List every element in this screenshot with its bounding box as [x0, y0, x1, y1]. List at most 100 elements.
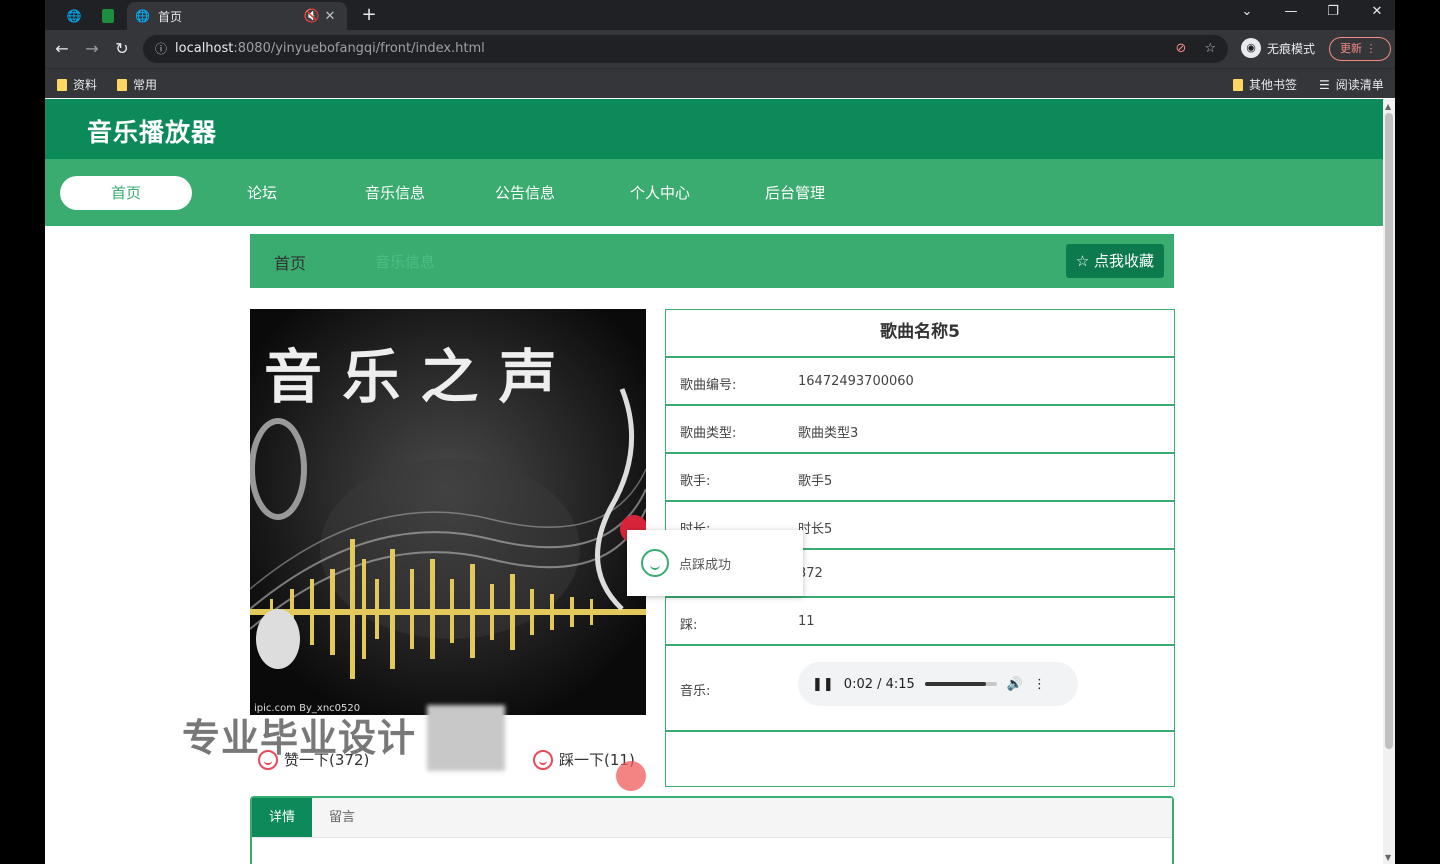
folder-icon [117, 78, 127, 91]
browser-window: 🌐 🌐 首页 🔇 ✕ + ⌄ — ❐ ✕ ← → ↻ ⓘ localhost:8… [45, 0, 1395, 864]
bookmarks-bar: 资料 常用 其他书签 ☰ 阅读清单 [45, 68, 1395, 98]
field-key: 歌手: [680, 474, 711, 489]
toast-text: 点踩成功 [679, 557, 732, 573]
nav-music-info[interactable]: 音乐信息 [355, 176, 435, 210]
volume-fill [924, 682, 987, 686]
folder-icon [1233, 78, 1243, 91]
folder-icon [57, 78, 67, 91]
close-window-button[interactable]: ✕ [1355, 0, 1395, 26]
close-tab-icon[interactable]: ✕ [321, 9, 339, 24]
url-host: localhost [175, 41, 234, 56]
globe-icon: 🌐 [66, 9, 82, 23]
other-bookmarks[interactable]: 其他书签 [1233, 76, 1297, 93]
scrollbar-thumb[interactable] [1385, 113, 1393, 749]
page-scrollbar[interactable]: ▲ ▼ [1383, 99, 1395, 864]
song-name: 歌曲名称5 [666, 310, 1174, 358]
site-header: 音乐播放器 [45, 99, 1383, 159]
sheet-icon [102, 9, 114, 23]
tab-strip: 🌐 🌐 首页 🔇 ✕ + ⌄ — ❐ ✕ [45, 0, 1395, 30]
tab-title: 首页 [157, 9, 182, 24]
site-title: 音乐播放器 [87, 118, 218, 147]
breadcrumb: 首页 音乐信息 ☆ 点我收藏 [250, 234, 1174, 288]
main-nav: 首页 论坛 音乐信息 公告信息 个人中心 后台管理 [45, 159, 1383, 226]
menu-icon: ⋮ [1365, 42, 1377, 55]
info-row-singer: 歌手: 歌手5 [666, 454, 1174, 502]
mute-icon[interactable]: 🔇 [303, 9, 321, 24]
bookmark-label: 常用 [133, 78, 158, 92]
url-path: :8080/yinyuebofangqi/front/index.html [233, 41, 485, 56]
incognito-icon: ◉ [1241, 38, 1261, 58]
nav-personal-center[interactable]: 个人中心 [620, 176, 700, 210]
pinned-tab-globe[interactable]: 🌐 [57, 2, 91, 30]
player-time: 0:02 / 4:15 [843, 676, 915, 692]
bookmark-folder-1[interactable]: 资料 [57, 76, 97, 93]
tab-home[interactable]: 🌐 首页 🔇 ✕ [127, 2, 347, 30]
bookmark-label: 阅读清单 [1335, 78, 1384, 92]
reading-list-icon: ☰ [1319, 77, 1330, 92]
volume-slider[interactable] [924, 682, 997, 686]
restore-button[interactable]: ❐ [1311, 0, 1355, 26]
minimize-button[interactable]: — [1269, 0, 1313, 26]
incognito-indicator[interactable]: ◉ 无痕模式 [1241, 38, 1315, 58]
bookmark-folder-2[interactable]: 常用 [117, 76, 157, 93]
address-bar[interactable]: ⓘ localhost:8080/yinyuebofangqi/front/in… [143, 35, 1228, 63]
info-row-id: 歌曲编号: 16472493700060 [666, 358, 1174, 406]
field-value: 11 [798, 614, 815, 629]
scroll-up-icon[interactable]: ▲ [1385, 102, 1391, 111]
album-cover: 音 乐 之 声 ipic.com By_xnc0520 [250, 309, 646, 715]
breadcrumb-current: 音乐信息 [375, 253, 436, 271]
globe-icon: 🌐 [135, 9, 150, 23]
album-art-image: 音 乐 之 声 ipic.com By_xnc0520 [250, 309, 646, 715]
tab-search-icon[interactable]: ⌄ [1225, 0, 1269, 26]
site-info-icon[interactable]: ⓘ [155, 35, 167, 63]
field-value: 歌手5 [798, 474, 833, 489]
tab-details[interactable]: 详情 [252, 798, 312, 837]
reading-list[interactable]: ☰ 阅读清单 [1319, 76, 1384, 93]
pause-icon[interactable]: ❚❚ [812, 677, 834, 692]
toast-message: 点踩成功 [627, 530, 803, 596]
info-row-dislikes: 踩: 11 [666, 598, 1174, 646]
blocked-icon[interactable]: ⊘ [1175, 35, 1186, 63]
update-button[interactable]: 更新 ⋮ [1329, 37, 1391, 61]
tabs-header: 详情 留言 [252, 798, 1172, 838]
field-value: 时长5 [798, 522, 833, 537]
forward-icon[interactable]: → [81, 38, 103, 60]
bookmark-star-icon[interactable]: ☆ [1204, 35, 1216, 63]
tab-comments[interactable]: 留言 [312, 798, 372, 837]
volume-icon[interactable]: 🔊 [1007, 677, 1023, 692]
cover-headline: 音 乐 之 声 [264, 343, 557, 411]
favorite-button[interactable]: ☆ 点我收藏 [1065, 244, 1164, 278]
update-label: 更新 [1340, 42, 1362, 55]
audio-player[interactable]: ❚❚ 0:02 / 4:15 🔊 ⋮ [798, 662, 1078, 706]
star-icon: ☆ [1075, 252, 1090, 270]
scroll-down-icon[interactable]: ▼ [1385, 853, 1391, 862]
field-key: 歌曲类型: [680, 426, 737, 441]
detail-tabs: 详情 留言 [250, 796, 1174, 864]
more-options-icon[interactable]: ⋮ [1033, 677, 1046, 692]
incognito-label: 无痕模式 [1267, 41, 1316, 56]
breadcrumb-home[interactable]: 首页 [274, 250, 306, 274]
field-key: 歌曲编号: [680, 378, 737, 393]
reload-icon[interactable]: ↻ [111, 38, 133, 60]
back-icon[interactable]: ← [51, 38, 73, 60]
bookmark-label: 其他书签 [1249, 78, 1298, 92]
smile-icon [641, 549, 669, 577]
click-indicator [616, 761, 646, 791]
field-key: 音乐: [680, 684, 711, 699]
info-row-type: 歌曲类型: 歌曲类型3 [666, 406, 1174, 454]
page-content: 音乐播放器 首页 论坛 音乐信息 公告信息 个人中心 后台管理 首页 音乐信息 … [45, 99, 1383, 864]
nav-forum[interactable]: 论坛 [230, 176, 294, 210]
pinned-tab-sheet[interactable] [91, 2, 125, 30]
bookmark-label: 资料 [73, 78, 98, 92]
nav-announcements[interactable]: 公告信息 [485, 176, 565, 210]
field-value: 歌曲类型3 [798, 426, 859, 441]
nav-home[interactable]: 首页 [60, 176, 192, 210]
field-value: 16472493700060 [798, 374, 914, 389]
watermark-text: 专业毕业设计 [182, 716, 417, 760]
field-key: 踩: [680, 618, 698, 633]
nav-admin[interactable]: 后台管理 [755, 176, 835, 210]
toolbar: ← → ↻ ⓘ localhost:8080/yinyuebofangqi/fr… [45, 30, 1395, 68]
new-tab-button[interactable]: + [357, 4, 381, 28]
favorite-label: 点我收藏 [1093, 252, 1154, 270]
info-row-music: 音乐: ❚❚ 0:02 / 4:15 🔊 ⋮ [666, 646, 1174, 732]
